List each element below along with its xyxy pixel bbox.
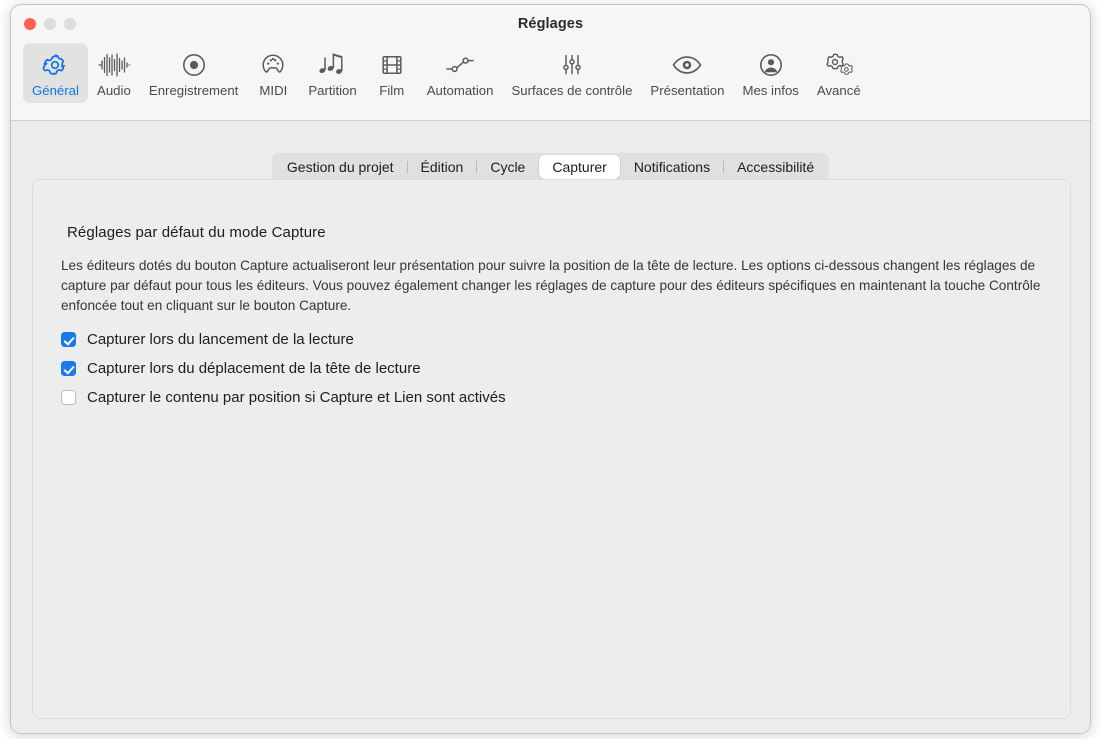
toolbar-item-my-info[interactable]: Mes infos: [733, 43, 807, 103]
toolbar-item-label: Avancé: [816, 83, 861, 98]
settings-panel: Réglages par défaut du mode Capture Les …: [32, 179, 1071, 719]
checkbox-catch-on-playback-start[interactable]: [61, 332, 76, 347]
tab-notifications[interactable]: Notifications: [621, 155, 723, 179]
waveform-icon: [97, 50, 131, 80]
title-bar: Réglages Général Audio Enregistrement MI…: [11, 5, 1090, 121]
midi-connector-icon: [260, 50, 286, 80]
toolbar-item-label: MIDI: [259, 83, 288, 98]
gear-icon: [42, 50, 68, 80]
window-title: Réglages: [517, 16, 584, 32]
toolbar-item-automation[interactable]: Automation: [418, 43, 503, 103]
toolbar-item-label: Film: [379, 83, 405, 98]
toolbar-item-label: Automation: [426, 83, 494, 98]
toolbar-item-general[interactable]: Général: [23, 43, 88, 103]
tab-catch[interactable]: Capturer: [539, 155, 620, 179]
toolbar-item-label: Surfaces de contrôle: [511, 83, 633, 98]
toolbar-item-score[interactable]: Partition: [299, 43, 365, 103]
person-circle-icon: [758, 50, 784, 80]
checkbox-row-catch-on-playback-start[interactable]: Capturer lors du lancement de la lecture: [61, 331, 506, 348]
checkbox-catch-content-by-position[interactable]: [61, 390, 76, 405]
toolbar-item-control-surfaces[interactable]: Surfaces de contrôle: [502, 43, 641, 103]
film-strip-icon: [379, 50, 405, 80]
toolbar-item-audio[interactable]: Audio: [88, 43, 140, 103]
tab-editing[interactable]: Édition: [408, 155, 477, 179]
settings-window: Réglages Général Audio Enregistrement MI…: [10, 4, 1091, 734]
toolbar-item-label: Mes infos: [742, 83, 799, 98]
music-notes-icon: [318, 50, 348, 80]
tab-bar: Gestion du projet Édition Cycle Capturer…: [11, 153, 1090, 181]
toolbar-item-label: Général: [32, 83, 79, 98]
checkbox-group: Capturer lors du lancement de la lecture…: [61, 331, 506, 406]
toolbar-item-label: Audio: [97, 83, 131, 98]
automation-nodes-icon: [444, 50, 476, 80]
tab-cycle[interactable]: Cycle: [477, 155, 538, 179]
settings-toolbar: Général Audio Enregistrement MIDI Partit…: [11, 43, 1090, 103]
checkbox-row-catch-on-playhead-move[interactable]: Capturer lors du déplacement de la tête …: [61, 360, 506, 377]
toolbar-item-display[interactable]: Présentation: [641, 43, 733, 103]
tab-project-handling[interactable]: Gestion du projet: [274, 155, 407, 179]
checkbox-catch-on-playhead-move[interactable]: [61, 361, 76, 376]
toolbar-item-recording[interactable]: Enregistrement: [140, 43, 247, 103]
eye-icon: [671, 50, 703, 80]
tab-accessibility[interactable]: Accessibilité: [724, 155, 827, 179]
checkbox-label: Capturer lors du déplacement de la tête …: [87, 360, 421, 377]
toolbar-item-advanced[interactable]: Avancé: [808, 43, 870, 103]
section-description: Les éditeurs dotés du bouton Capture act…: [61, 258, 1041, 314]
segmented-control: Gestion du projet Édition Cycle Capturer…: [271, 153, 830, 181]
checkbox-row-catch-content-by-position[interactable]: Capturer le contenu par position si Capt…: [61, 389, 506, 406]
double-gear-icon: [824, 50, 854, 80]
settings-body: Gestion du projet Édition Cycle Capturer…: [11, 121, 1090, 733]
checkbox-label: Capturer le contenu par position si Capt…: [87, 389, 506, 406]
toolbar-item-movie[interactable]: Film: [366, 43, 418, 103]
sliders-icon: [559, 50, 585, 80]
record-circle-icon: [181, 50, 207, 80]
toolbar-item-label: Présentation: [650, 83, 725, 98]
toolbar-item-label: Partition: [308, 83, 357, 98]
toolbar-item-midi[interactable]: MIDI: [247, 43, 299, 103]
section-title: Réglages par défaut du mode Capture: [67, 224, 326, 241]
toolbar-item-label: Enregistrement: [148, 83, 239, 98]
checkbox-label: Capturer lors du lancement de la lecture: [87, 331, 354, 348]
